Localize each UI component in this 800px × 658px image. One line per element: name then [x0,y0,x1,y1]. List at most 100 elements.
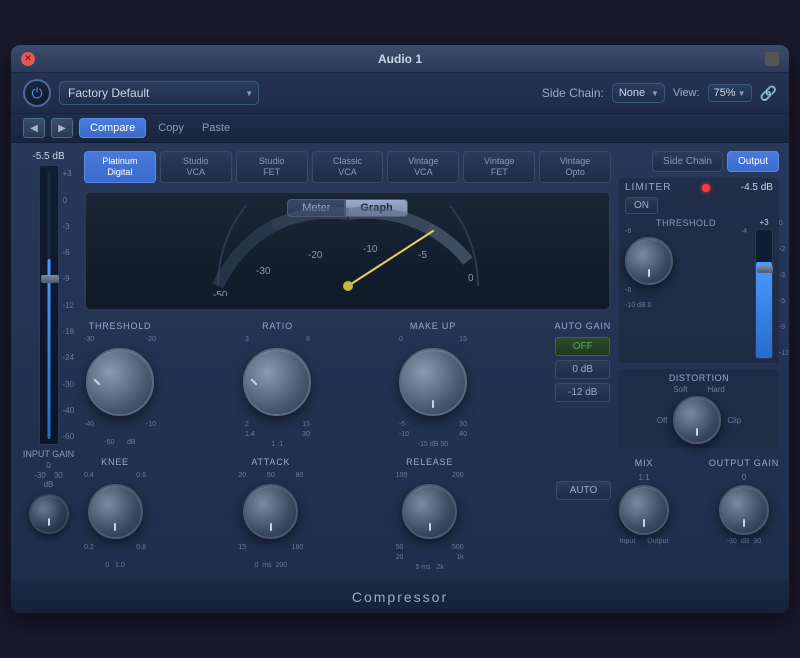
right-fader-handle[interactable] [757,266,773,273]
zero-db-button[interactable]: 0 dB [555,360,610,379]
scale-m18: -18 [63,327,75,336]
svg-text:-10: -10 [363,244,378,255]
compare-button[interactable]: Compare [79,118,146,138]
forward-button[interactable]: ▶ [51,118,73,138]
release-group: RELEASE 100 200 50 500 20 1k [396,457,464,571]
output-button[interactable]: Output [727,151,779,172]
copy-button[interactable]: Copy [152,119,190,137]
knob-ind [93,378,100,385]
input-gain-fader[interactable] [39,165,59,445]
sc-output-buttons: Side Chain Output [619,151,779,172]
preset-selector[interactable]: Factory Default [59,81,259,105]
side-chain-button[interactable]: Side Chain [652,151,723,172]
limiter-section: LIMITER -4.5 dB ON THRESHOLD -6 -4 [619,178,779,363]
knobs-row-2: KNEE 0.4 0.6 0.2 0.8 0 1.0 [84,457,611,572]
auto-section: AUTO [556,457,611,500]
limiter-led [702,184,710,192]
close-button[interactable]: ✕ [21,52,35,66]
distortion-section: DISTORTION Soft Hard Off Clip [619,369,779,448]
knee-knob[interactable] [88,484,143,539]
makeup-group: MAKE UP 0 15 -5 30 -10 40 [399,321,467,448]
auto-button[interactable]: AUTO [556,481,611,500]
type-vintage-fet[interactable]: VintageFET [463,151,535,183]
type-studio-vca[interactable]: StudioVCA [160,151,232,183]
output-gain-knob[interactable] [719,485,769,535]
main-content: -5.5 dB +3 0 -3 -6 -9 -12 -18 -24 [11,143,789,580]
limiter-label: LIMITER [625,182,671,193]
limiter-value: -4.5 dB [741,182,773,193]
knee-group: KNEE 0.4 0.6 0.2 0.8 0 1.0 [84,457,146,572]
scale-m60: -60 [63,432,75,441]
side-chain-wrapper: None [612,83,665,103]
soft-label: Soft [673,385,687,394]
view-select[interactable]: 75% [708,84,752,102]
off-button[interactable]: OFF [555,337,610,356]
meter-arc-svg: -50 -30 -20 -10 -5 0 [198,206,498,296]
side-chain-select[interactable]: None [612,83,665,103]
threshold-right-knob[interactable] [625,237,673,285]
type-vintage-opto[interactable]: VintageOpto [539,151,611,183]
top-bar: ⏻ Factory Default Side Chain: None View:… [11,73,789,114]
paste-button[interactable]: Paste [196,119,236,137]
chain-icon[interactable]: 🔗 [760,85,777,102]
minimize-button[interactable] [765,52,779,66]
attack-knob[interactable] [243,484,298,539]
right-fader[interactable] [755,229,773,359]
mix-input-label: Input [620,538,636,545]
scale-3: +3 [63,169,75,178]
knob-ind-mix [643,519,645,527]
output-gain-label: OUTPUT GAIN [709,458,779,468]
threshold-right-label: THRESHOLD [625,218,747,228]
fader-handle[interactable] [41,275,59,283]
meter-display: Meter Graph [84,191,611,311]
meter-gauge: -50 -30 -20 -10 -5 0 [86,221,609,296]
left-section: -5.5 dB +3 0 -3 -6 -9 -12 -18 -24 [21,151,76,572]
scale-m3: -3 [63,222,75,231]
makeup-knob[interactable] [399,348,467,416]
type-vintage-vca[interactable]: VintageVCA [387,151,459,183]
dist-clip-label: Clip [727,416,741,425]
threshold-knob[interactable] [86,348,154,416]
type-platinum-digital[interactable]: PlatinumDigital [84,151,156,183]
scale-m12: -12 [63,301,75,310]
knob-indicator [48,518,50,526]
auto-gain-section: AUTO GAIN OFF 0 dB -12 dB [554,321,611,402]
mix-label: MIX [635,458,653,468]
scale-m30: -30 [63,380,75,389]
power-button[interactable]: ⏻ [23,79,51,107]
knobs-row-1: THRESHOLD -30 -20 -40 -10 -50 dB [84,321,611,449]
side-chain-area: Side Chain: None View: 75% 🔗 [542,83,777,103]
knob-ind-dist [696,428,698,436]
mix-knob[interactable] [619,485,669,535]
svg-text:-20: -20 [308,250,323,261]
knee-label: KNEE [101,457,129,467]
distortion-knob[interactable] [673,396,721,444]
auto-gain-label: AUTO GAIN [554,321,611,331]
mix-ratio: 1:1 [638,473,649,482]
type-studio-fet[interactable]: StudioFET [236,151,308,183]
threshold-group: THRESHOLD -30 -20 -40 -10 -50 dB [84,321,156,449]
minus12-button[interactable]: -12 dB [555,383,610,402]
type-classic-vca[interactable]: ClassicVCA [312,151,384,183]
mix-output-section: MIX 1:1 Input Output OUTPUT GAIN 0 [619,458,779,545]
svg-text:-5: -5 [418,250,427,261]
title-bar: ✕ Audio 1 [11,45,789,73]
knob-ind-knee [114,523,116,531]
release-label: RELEASE [406,457,453,467]
svg-text:-50: -50 [213,290,228,296]
back-button[interactable]: ◀ [23,118,45,138]
knob-ind-thresh-r [648,269,650,277]
main-window: ✕ Audio 1 ⏻ Factory Default Side Chain: … [10,44,790,614]
compressor-types: PlatinumDigital StudioVCA StudioFET Clas… [84,151,611,183]
limiter-on-button[interactable]: ON [625,197,658,214]
release-knob[interactable] [402,484,457,539]
input-gain-knob[interactable] [29,494,69,534]
knob-ind-attack [270,523,272,531]
knob-ind-release [429,523,431,531]
ratio-group: RATIO 3 8 2 15 1.4 30 [243,321,311,448]
ratio-knob[interactable] [243,348,311,416]
dist-off-label: Off [657,416,668,425]
input-db-value: -5.5 dB [32,151,64,162]
ratio-label: RATIO [262,321,293,331]
input-gain-label: INPUT GAIN 0 -30 30 dB [23,449,74,490]
